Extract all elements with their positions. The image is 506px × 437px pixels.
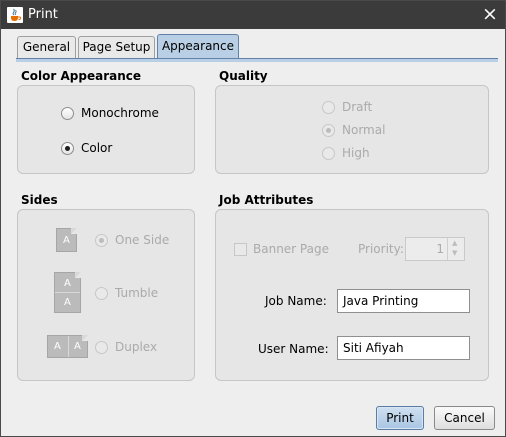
tab-label: General	[22, 40, 71, 54]
tab-label: Appearance	[161, 39, 235, 53]
title-bar[interactable]: Print ×	[1, 1, 505, 29]
priority-label: Priority:	[358, 242, 404, 256]
close-icon: ×	[482, 3, 498, 25]
quality-title: Quality	[219, 69, 268, 83]
tab-label: Page Setup	[82, 40, 151, 54]
chevron-up-icon[interactable]: ▲	[452, 239, 457, 247]
duplex-label[interactable]: Duplex	[115, 340, 157, 354]
java-cup-icon	[7, 7, 23, 23]
draft-label[interactable]: Draft	[342, 100, 372, 114]
priority-stepper[interactable]: ▲ ▼	[447, 238, 464, 260]
job-name-label: Job Name:	[265, 294, 327, 308]
color-appearance-title: Color Appearance	[21, 69, 142, 83]
banner-page-checkbox[interactable]	[234, 243, 247, 256]
tab-general[interactable]: General	[17, 36, 76, 58]
monochrome-radio[interactable]	[61, 107, 74, 120]
print-button[interactable]: Print	[376, 406, 424, 430]
color-appearance-group	[17, 85, 195, 174]
banner-page-label[interactable]: Banner Page	[253, 242, 329, 256]
tab-page-setup[interactable]: Page Setup	[78, 36, 155, 58]
one-side-radio[interactable]	[95, 234, 108, 247]
draft-radio[interactable]	[322, 101, 335, 114]
normal-label[interactable]: Normal	[342, 123, 385, 137]
one-side-label[interactable]: One Side	[115, 233, 169, 247]
one-side-page-icon: A	[56, 228, 77, 252]
tumble-label[interactable]: Tumble	[115, 286, 158, 300]
window-title: Print	[28, 7, 58, 22]
high-label[interactable]: High	[342, 146, 370, 160]
high-radio[interactable]	[322, 147, 335, 160]
user-name-label: User Name:	[258, 342, 329, 356]
print-dialog: Print × General Page Setup Appearance Co…	[0, 0, 506, 437]
tab-appearance[interactable]: Appearance	[157, 34, 239, 58]
color-radio[interactable]	[61, 142, 74, 155]
duplex-pages-icon: A A	[47, 335, 88, 358]
sides-title: Sides	[21, 193, 58, 207]
normal-radio[interactable]	[322, 124, 335, 137]
color-label[interactable]: Color	[81, 141, 112, 155]
tab-strip-divider	[16, 58, 498, 62]
cancel-button[interactable]: Cancel	[434, 406, 495, 430]
duplex-radio[interactable]	[95, 341, 108, 354]
job-name-field[interactable]: Java Printing	[337, 289, 470, 313]
close-button[interactable]: ×	[475, 1, 505, 29]
job-attributes-title: Job Attributes	[219, 193, 314, 207]
priority-spinner[interactable]: 1 ▲ ▼	[405, 237, 465, 261]
priority-value: 1	[436, 242, 444, 256]
tumble-pages-icon: A A	[54, 272, 81, 313]
user-name-field[interactable]: Siti Afiyah	[337, 336, 470, 360]
monochrome-label[interactable]: Monochrome	[81, 106, 159, 120]
chevron-down-icon[interactable]: ▼	[452, 249, 457, 257]
tumble-radio[interactable]	[95, 287, 108, 300]
